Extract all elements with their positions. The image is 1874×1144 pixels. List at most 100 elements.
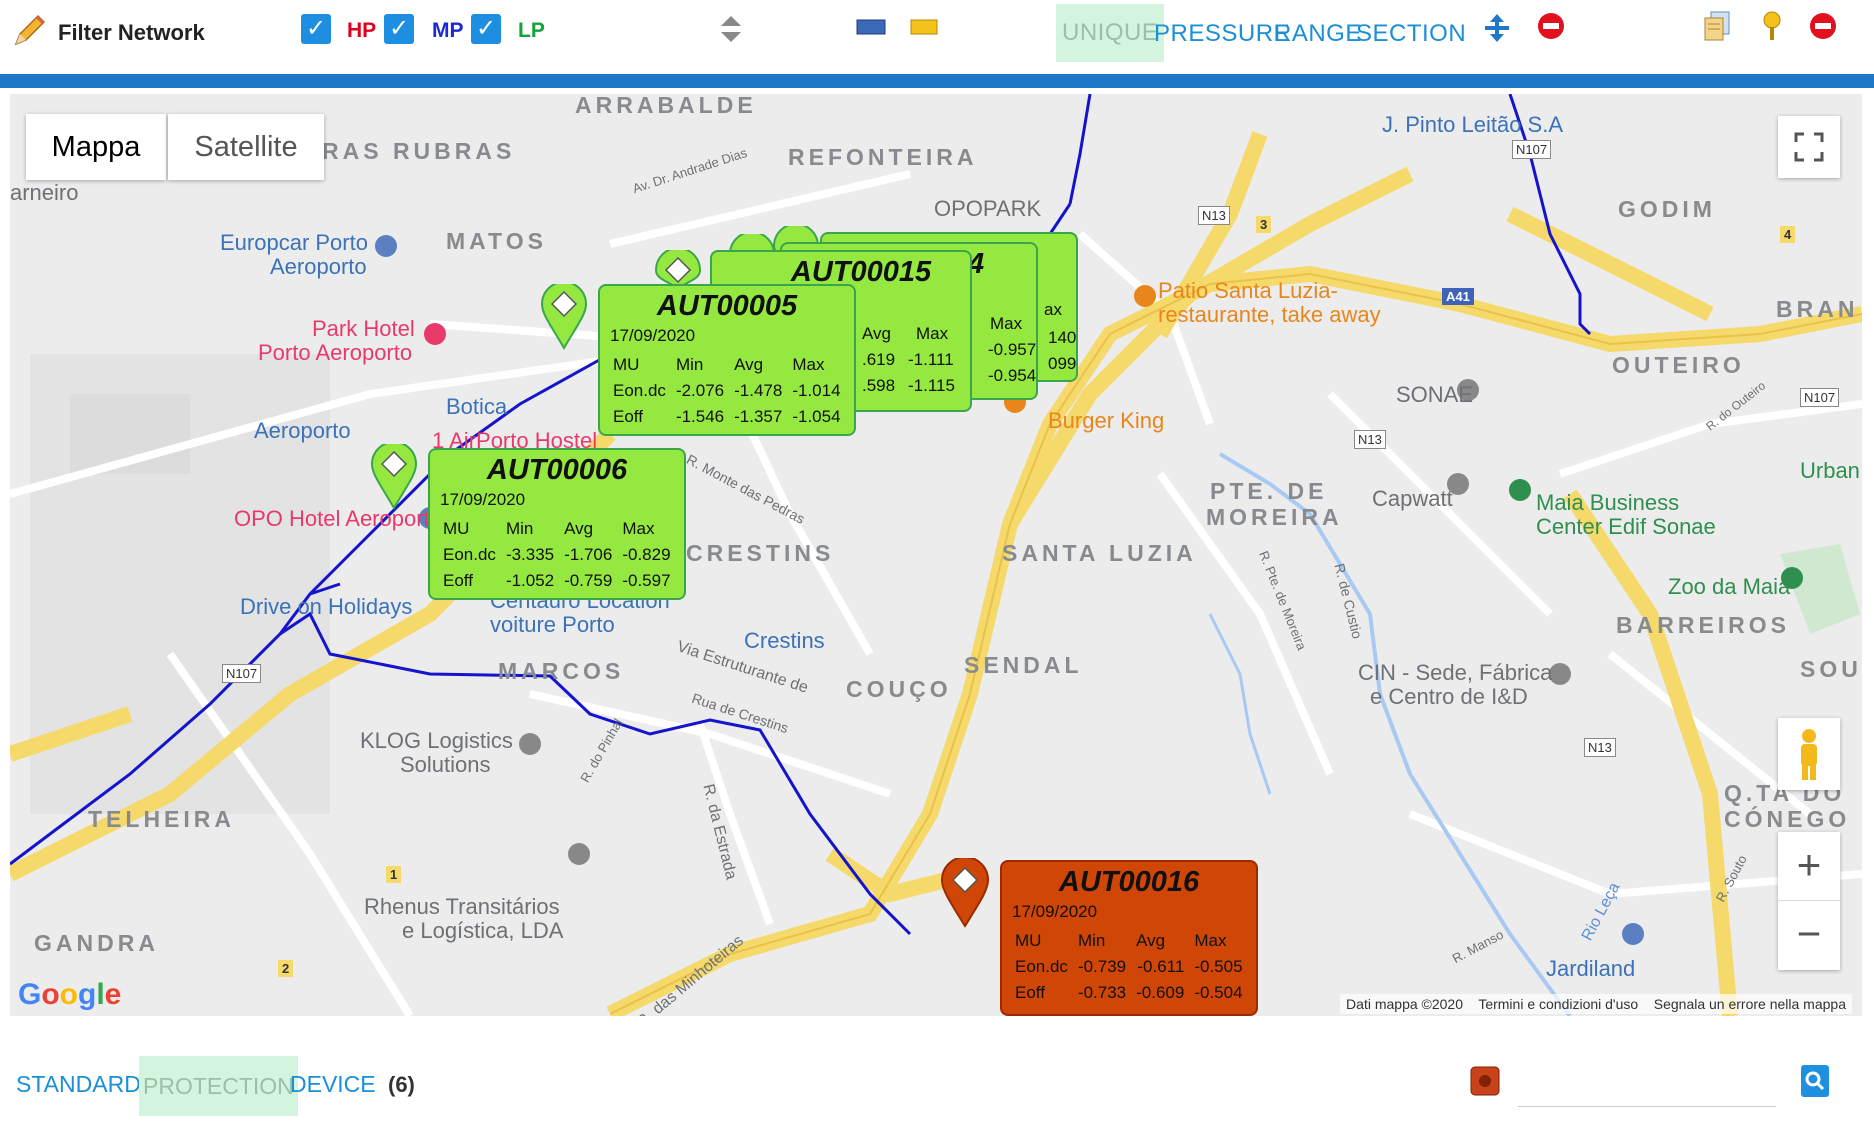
table-cell: -1.357 — [734, 407, 783, 426]
tab-unique[interactable]: UNIQUE — [1056, 4, 1165, 62]
popup-partial-c-ax: ax — [1044, 300, 1062, 319]
lp-checkbox[interactable]: ✓ — [471, 14, 501, 44]
road-shield-n13b: N13 — [1354, 430, 1386, 449]
filter-network-title: Filter Network — [58, 20, 205, 45]
tab-device[interactable]: DEVICE — [290, 1071, 376, 1098]
map-label-zoo: Zoo da Maia — [1668, 574, 1791, 599]
zoom-in-button[interactable]: + — [1778, 832, 1840, 901]
popup-partial-b-row-1: -0.957 — [988, 340, 1037, 359]
table-cell: -1.706 — [564, 545, 613, 564]
road-shield-n13: N13 — [1198, 206, 1230, 225]
table-header: MU — [443, 519, 470, 538]
device-popup-aut00006[interactable]: AUT00006 17/09/2020 MU Min Avg Max Eon.d… — [428, 448, 686, 600]
popup-aut00016-date: 17/09/2020 — [1012, 902, 1098, 921]
map-label-centauro2: voiture Porto — [490, 612, 615, 637]
map-label-moreira: MOREIRA — [1206, 504, 1343, 530]
map-data-credit: Dati mappa ©2020 — [1346, 996, 1463, 1012]
table-cell: -0.739 — [1077, 957, 1127, 976]
tab-standard[interactable]: STANDARD — [16, 1071, 141, 1098]
map-label-rhenus2: e Logística, LDA — [402, 918, 564, 943]
map-label-rhenus: Rhenus Transitários — [364, 894, 560, 919]
table-header: MU — [1015, 931, 1042, 950]
pencil-icon[interactable] — [12, 14, 46, 53]
remove-icon[interactable] — [1537, 12, 1565, 45]
table-header: Max — [792, 355, 825, 374]
map-label-barreiros: BARREIROS — [1616, 612, 1791, 638]
table-cell: -0.733 — [1077, 983, 1127, 1002]
fullscreen-icon — [1794, 132, 1824, 162]
popup-aut00006-date: 17/09/2020 — [440, 490, 526, 509]
map-view[interactable]: ARRABALDE RAS RUBRAS REFONTEIRA MATOS GO… — [10, 94, 1862, 1016]
map-type-satellite-button[interactable]: Satellite — [168, 114, 324, 180]
sort-arrows-icon[interactable] — [719, 14, 743, 49]
search-icon[interactable] — [1800, 1064, 1830, 1103]
table-cell: -0.504 — [1194, 983, 1243, 1002]
popup-partial-c-row-1: 140 — [1048, 328, 1077, 347]
mp-label: MP — [432, 19, 464, 42]
zoom-out-button[interactable]: − — [1778, 901, 1840, 969]
table-header: MU — [613, 355, 640, 374]
map-label-klog2: Solutions — [400, 752, 491, 777]
map-label-patio: Patio Santa Luzia- — [1158, 278, 1338, 303]
tab-range[interactable]: RANGE — [1274, 20, 1362, 48]
map-label-sou: SOU — [1800, 656, 1862, 682]
table-cell: -0.759 — [564, 571, 613, 590]
table-row: MU Min Avg Max — [438, 516, 676, 542]
fullscreen-button[interactable] — [1778, 116, 1840, 178]
hp-checkbox[interactable]: ✓ — [301, 14, 331, 44]
device-marker-aut00016[interactable] — [940, 858, 990, 928]
map-pin-icon[interactable] — [1761, 10, 1783, 47]
map-label-maia-business2: Center Edif Sonae — [1536, 514, 1716, 539]
map-attribution: Dati mappa ©2020 Termini e condizioni d'… — [1340, 994, 1852, 1014]
remove-pin-icon[interactable] — [1809, 12, 1837, 45]
map-terms-link[interactable]: Termini e condizioni d'uso — [1478, 996, 1638, 1012]
table-row: MU Min Avg Max — [608, 352, 846, 378]
table-cell: Eon.dc — [443, 545, 496, 564]
device-marker-aut00006[interactable] — [370, 444, 418, 510]
table-row: Eon.dc -0.739 -0.611 -0.505 — [1010, 954, 1248, 980]
mp-checkbox[interactable]: ✓ — [384, 14, 414, 44]
device-popup-aut00016[interactable]: AUT00016 17/09/2020 MU Min Avg Max Eon.d… — [1000, 860, 1258, 1016]
map-report-link[interactable]: Segnala un errore nella mappa — [1654, 996, 1846, 1012]
table-cell: -0.829 — [622, 545, 671, 564]
table-row: Eon.dc -3.335 -1.706 -0.829 — [438, 542, 676, 568]
table-cell: Eon.dc — [1015, 957, 1068, 976]
device-popup-aut00005[interactable]: AUT00005 17/09/2020 MU Min Avg Max Eon.d… — [598, 284, 856, 436]
road-shield-two: 2 — [278, 960, 294, 977]
map-label-arneiro: arneiro — [10, 180, 79, 205]
device-marker-aut00005[interactable] — [540, 284, 588, 350]
tab-protection[interactable]: PROTECTION — [139, 1056, 298, 1116]
export-icon[interactable] — [1470, 1066, 1500, 1101]
map-label-crestins-metro: Crestins — [744, 628, 825, 653]
map-label-burger-king: Burger King — [1048, 408, 1165, 433]
popup-partial-b-max: Max — [990, 314, 1023, 333]
table-cell: -0.611 — [1137, 957, 1185, 976]
documents-icon[interactable] — [1703, 10, 1731, 47]
map-label-maia-business: Maia Business — [1536, 490, 1680, 515]
popup-aut00006-title: AUT00006 — [486, 454, 628, 486]
map-label-pinto-leitao: J. Pinto Leitão S.A — [1382, 112, 1563, 137]
street-view-pegman[interactable] — [1778, 718, 1840, 790]
yellow-layer-icon[interactable] — [910, 18, 938, 41]
map-label-botica: Botica — [446, 394, 508, 419]
road-shield-n107: N107 — [1512, 140, 1552, 159]
table-cell: -1.052 — [505, 571, 555, 590]
table-cell: -1.014 — [792, 381, 841, 400]
map-label-park-hotel2: Porto Aeroporto — [258, 340, 413, 365]
tab-pressure[interactable]: PRESSURE — [1154, 20, 1290, 48]
road-shield-n13c: N13 — [1584, 738, 1616, 757]
move-vertical-icon[interactable] — [1483, 12, 1511, 49]
blue-layer-icon[interactable] — [856, 18, 886, 41]
popup-aut00015-max: Max — [916, 324, 949, 343]
search-input[interactable] — [1518, 1070, 1776, 1107]
map-label-aeroporto: Aeroporto — [254, 418, 351, 443]
map-label-pte-de: PTE. DE — [1210, 478, 1328, 504]
map-label-capwatt: Capwatt — [1372, 486, 1453, 511]
map-label-marcos: MARCOS — [498, 658, 625, 684]
map-label-telheira: TELHEIRA — [88, 806, 235, 832]
map-label-ras-rubras: RAS RUBRAS — [322, 138, 516, 164]
map-type-mappa-button[interactable]: Mappa — [26, 114, 166, 180]
tab-section[interactable]: SECTION — [1356, 20, 1466, 48]
map-label-santa-luzia: SANTA LUZIA — [1002, 540, 1197, 566]
table-row: Eoff -1.546 -1.357 -1.054 — [608, 404, 846, 430]
